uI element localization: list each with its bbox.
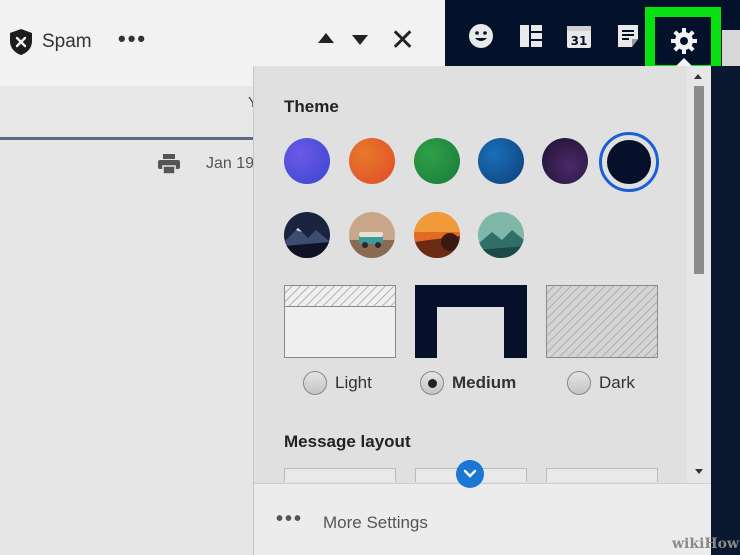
theme-swatch-purple[interactable] <box>542 138 588 184</box>
swatch-fill <box>607 140 651 184</box>
layout-option-3[interactable] <box>546 468 658 482</box>
theme-heading: Theme <box>284 97 339 116</box>
mountain-night-icon[interactable] <box>284 212 330 258</box>
autumn-sunset-icon[interactable] <box>414 212 460 258</box>
teal-mountains-icon[interactable] <box>478 212 524 258</box>
right-edge <box>710 66 740 555</box>
reading-pane-icon[interactable] <box>517 22 545 50</box>
message-date: Jan 19 <box>206 155 255 172</box>
radio-dark-label: Dark <box>599 373 635 392</box>
radio-light[interactable]: Light <box>303 371 372 395</box>
layout-option-1[interactable] <box>284 468 396 482</box>
radio-medium-control[interactable] <box>420 371 444 395</box>
gear-icon <box>671 28 697 54</box>
camper-van-icon[interactable] <box>349 212 395 258</box>
theme-swatch-orange[interactable] <box>349 138 395 184</box>
radio-dark-control[interactable] <box>567 371 591 395</box>
more-actions-button[interactable]: ••• <box>118 26 147 52</box>
calendar-icon[interactable]: 31 <box>565 22 593 50</box>
emoji-icon[interactable] <box>467 22 495 50</box>
medium-preview[interactable] <box>415 285 527 358</box>
message-layout-heading: Message layout <box>284 432 411 451</box>
dark-preview[interactable] <box>546 285 658 358</box>
radio-light-label: Light <box>335 373 372 392</box>
spam-button[interactable]: Spam <box>8 28 92 56</box>
settings-footer: ••• More Settings <box>254 483 711 555</box>
spam-label: Spam <box>42 31 92 52</box>
close-icon[interactable]: ✕ <box>390 26 415 56</box>
scroll-up-icon[interactable] <box>694 74 702 79</box>
print-icon[interactable] <box>157 153 181 175</box>
watermark: wikiHow <box>672 536 740 552</box>
light-preview[interactable] <box>284 285 396 358</box>
theme-swatch-green[interactable] <box>414 138 460 184</box>
radio-light-control[interactable] <box>303 371 327 395</box>
theme-swatch-blue[interactable] <box>284 138 330 184</box>
radio-medium-label: Medium <box>452 373 517 392</box>
scroll-more-button[interactable] <box>456 460 484 488</box>
chevron-down-icon <box>463 469 477 478</box>
panel-scrollbar[interactable] <box>687 66 711 483</box>
notes-icon[interactable] <box>615 22 643 50</box>
more-settings-link[interactable]: More Settings <box>323 513 428 533</box>
scroll-down-icon[interactable] <box>695 469 703 474</box>
radio-dark[interactable]: Dark <box>567 371 635 395</box>
panel-pointer <box>676 58 692 66</box>
settings-panel: Theme Light Medium Dark Message layout •… <box>253 66 711 555</box>
theme-swatch-ocean[interactable] <box>478 138 524 184</box>
shield-x-icon <box>10 29 32 55</box>
more-settings-dots-icon: ••• <box>276 508 304 530</box>
previous-message-icon[interactable] <box>318 33 334 43</box>
radio-medium[interactable]: Medium <box>420 371 516 395</box>
next-message-icon[interactable] <box>352 35 368 45</box>
svg-text:31: 31 <box>571 34 588 48</box>
theme-swatch-dark-selected[interactable] <box>599 132 659 192</box>
scroll-thumb[interactable] <box>694 86 704 274</box>
